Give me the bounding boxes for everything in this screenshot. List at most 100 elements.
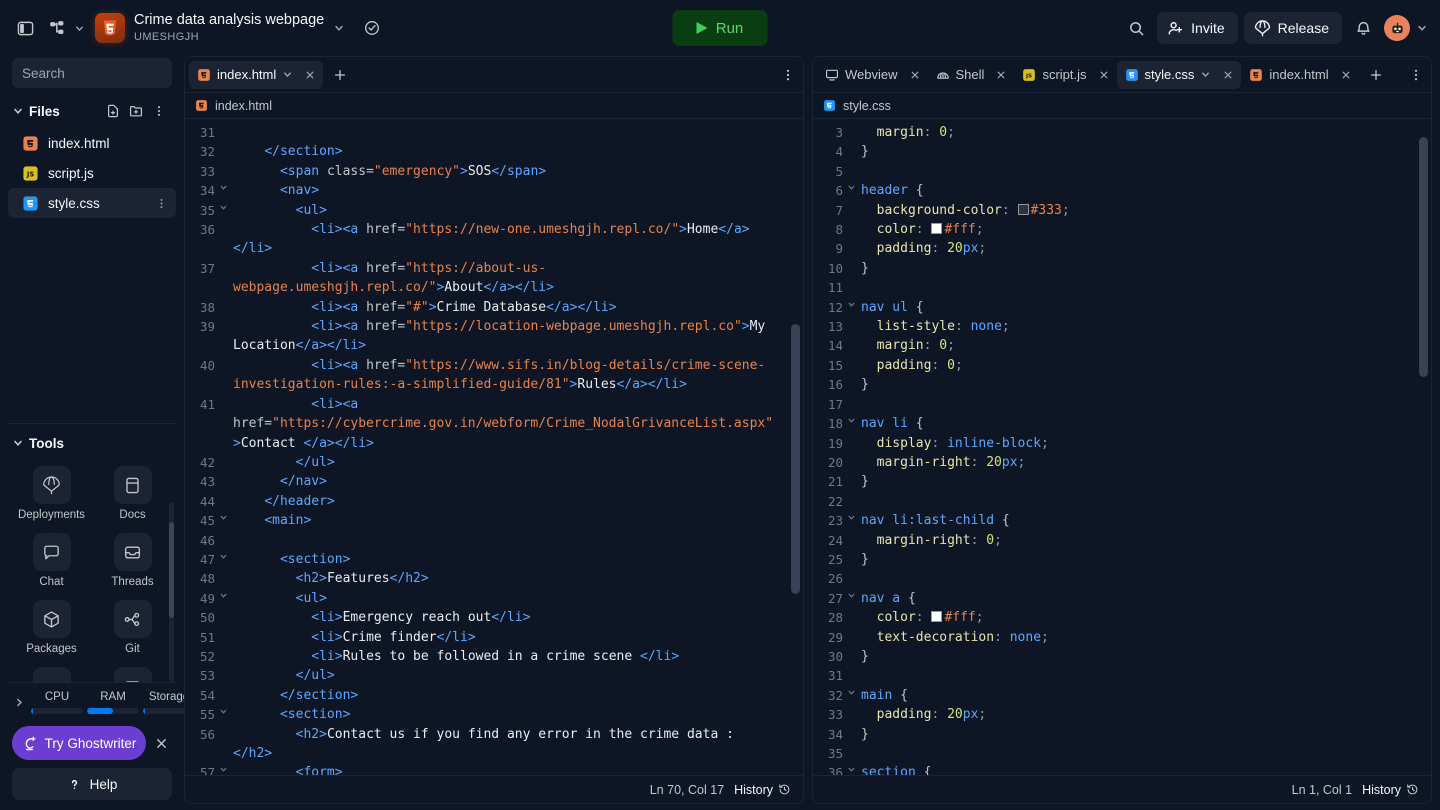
run-button[interactable]: Run <box>672 10 768 46</box>
invite-button[interactable]: Invite <box>1157 12 1238 44</box>
kebab-icon[interactable] <box>148 100 170 122</box>
try-ghostwriter-button[interactable]: Try Ghostwriter <box>12 726 146 760</box>
code-line[interactable]: 56 <h2>Contact us if you find any error … <box>185 725 803 764</box>
file-item-script-js[interactable]: JS script.js <box>8 158 176 188</box>
close-icon[interactable] <box>150 732 172 754</box>
tab-close-icon[interactable] <box>906 66 924 84</box>
files-section-header[interactable]: Files <box>8 98 176 124</box>
code-line[interactable]: 12 nav ul { <box>813 298 1431 317</box>
code-line[interactable]: 45 <main> <box>185 511 803 530</box>
code-line[interactable]: 33 <span class="emergency">SOS</span> <box>185 162 803 181</box>
left-code-scrollbar[interactable] <box>791 324 800 594</box>
code-line[interactable]: 34 <nav> <box>185 181 803 200</box>
right-pane-breadcrumb[interactable]: style.css <box>813 93 1431 119</box>
tab-close-icon[interactable] <box>1219 66 1237 84</box>
code-line[interactable]: 16} <box>813 375 1431 394</box>
code-line[interactable]: 7 background-color: #333; <box>813 201 1431 220</box>
fold-chevron-icon[interactable] <box>847 686 861 697</box>
file-item-kebab-icon[interactable] <box>155 197 168 210</box>
code-line[interactable]: 44 </header> <box>185 492 803 511</box>
fold-chevron-icon[interactable] <box>847 589 861 600</box>
tool-deployments[interactable]: Deployments <box>12 460 91 523</box>
code-line[interactable]: 21} <box>813 472 1431 491</box>
tab-chevron-icon[interactable] <box>282 69 293 80</box>
new-tab-icon[interactable] <box>327 62 353 88</box>
tab-style-css[interactable]: style.css <box>1116 60 1242 89</box>
new-folder-icon[interactable] <box>125 100 147 122</box>
left-pane-menu-icon[interactable] <box>775 62 801 88</box>
code-line[interactable]: 26 <box>813 569 1431 588</box>
code-line[interactable]: 20 margin-right: 20px; <box>813 453 1431 472</box>
left-code-area[interactable]: 31 32 </section> 33 <span class="emergenc… <box>185 119 803 775</box>
code-line[interactable]: 5 <box>813 162 1431 181</box>
tab-index-html[interactable]: index.html <box>1241 61 1358 89</box>
code-line[interactable]: 35 <ul> <box>185 201 803 220</box>
code-line[interactable]: 9 padding: 20px; <box>813 239 1431 258</box>
code-line[interactable]: 51 <li>Crime finder</li> <box>185 628 803 647</box>
right-code-scrollbar[interactable] <box>1419 137 1428 377</box>
new-tab-icon[interactable] <box>1363 62 1389 88</box>
fold-chevron-icon[interactable] <box>219 511 233 522</box>
fold-chevron-icon[interactable] <box>847 511 861 522</box>
tool-git[interactable]: Git <box>93 594 172 657</box>
history-button[interactable]: History <box>734 783 791 797</box>
tab-webview[interactable]: Webview <box>817 61 928 89</box>
tool-threads[interactable]: Threads <box>93 527 172 590</box>
fold-chevron-icon[interactable] <box>847 181 861 192</box>
code-line[interactable]: 8 color: #fff; <box>813 220 1431 239</box>
search-icon[interactable] <box>1121 13 1151 43</box>
right-pane-menu-icon[interactable] <box>1403 62 1429 88</box>
fold-chevron-icon[interactable] <box>847 414 861 425</box>
project-block[interactable]: Crime data analysis webpage UMESHGJH <box>95 12 345 43</box>
file-item-index-html[interactable]: index.html <box>8 128 176 158</box>
search-box[interactable] <box>12 58 172 88</box>
workspace-chevron-icon[interactable] <box>74 23 85 34</box>
fold-chevron-icon[interactable] <box>847 763 861 774</box>
panel-toggle-icon[interactable] <box>10 13 40 43</box>
code-line[interactable]: 11 <box>813 278 1431 297</box>
code-line[interactable]: 35 <box>813 744 1431 763</box>
tool-window[interactable] <box>93 661 172 682</box>
tab-index-html[interactable]: index.html <box>189 60 324 89</box>
code-line[interactable]: 32 main { <box>813 686 1431 705</box>
code-line[interactable]: 24 margin-right: 0; <box>813 531 1431 550</box>
tool-database[interactable] <box>12 661 91 682</box>
code-line[interactable]: 10} <box>813 259 1431 278</box>
fold-chevron-icon[interactable] <box>219 589 233 600</box>
search-input[interactable] <box>22 65 162 81</box>
code-line[interactable]: 31 <box>185 123 803 142</box>
code-line[interactable]: 32 </section> <box>185 142 803 161</box>
right-code-area[interactable]: 3 margin: 0; 4} 5 6 header {7 background-co… <box>813 119 1431 775</box>
code-line[interactable]: 49 <ul> <box>185 589 803 608</box>
new-file-icon[interactable] <box>102 100 124 122</box>
fold-chevron-icon[interactable] <box>219 201 233 212</box>
code-line[interactable]: 48 <h2>Features</h2> <box>185 569 803 588</box>
code-line[interactable]: 39 <li><a href="https://location-webpage… <box>185 317 803 356</box>
code-line[interactable]: 29 text-decoration: none; <box>813 628 1431 647</box>
code-line[interactable]: 25} <box>813 550 1431 569</box>
code-line[interactable]: 31 <box>813 666 1431 685</box>
tools-scrollbar[interactable] <box>169 502 174 682</box>
code-line[interactable]: 13 list-style: none; <box>813 317 1431 336</box>
code-line[interactable]: 18 nav li { <box>813 414 1431 433</box>
code-line[interactable]: 36 section { <box>813 763 1431 775</box>
code-line[interactable]: 41 <li><a href="https://cybercrime.gov.i… <box>185 395 803 453</box>
fold-chevron-icon[interactable] <box>219 550 233 561</box>
tree-icon[interactable] <box>42 13 72 43</box>
tab-close-icon[interactable] <box>992 66 1010 84</box>
code-line[interactable]: 23 nav li:last-child { <box>813 511 1431 530</box>
code-line[interactable]: 3 margin: 0; <box>813 123 1431 142</box>
fold-chevron-icon[interactable] <box>219 181 233 192</box>
code-line[interactable]: 53 </ul> <box>185 666 803 685</box>
code-line[interactable]: 36 <li><a href="https://new-one.umeshgjh… <box>185 220 803 259</box>
code-line[interactable]: 54 </section> <box>185 686 803 705</box>
bell-icon[interactable] <box>1348 13 1378 43</box>
resource-cpu[interactable]: CPU <box>31 691 83 714</box>
tab-chevron-icon[interactable] <box>1200 69 1211 80</box>
resources-expand-icon[interactable] <box>12 697 27 708</box>
code-line[interactable]: 4} <box>813 142 1431 161</box>
code-line[interactable]: 30} <box>813 647 1431 666</box>
code-line[interactable]: 37 <li><a href="https://about-us-webpage… <box>185 259 803 298</box>
code-line[interactable]: 22 <box>813 492 1431 511</box>
code-line[interactable]: 42 </ul> <box>185 453 803 472</box>
